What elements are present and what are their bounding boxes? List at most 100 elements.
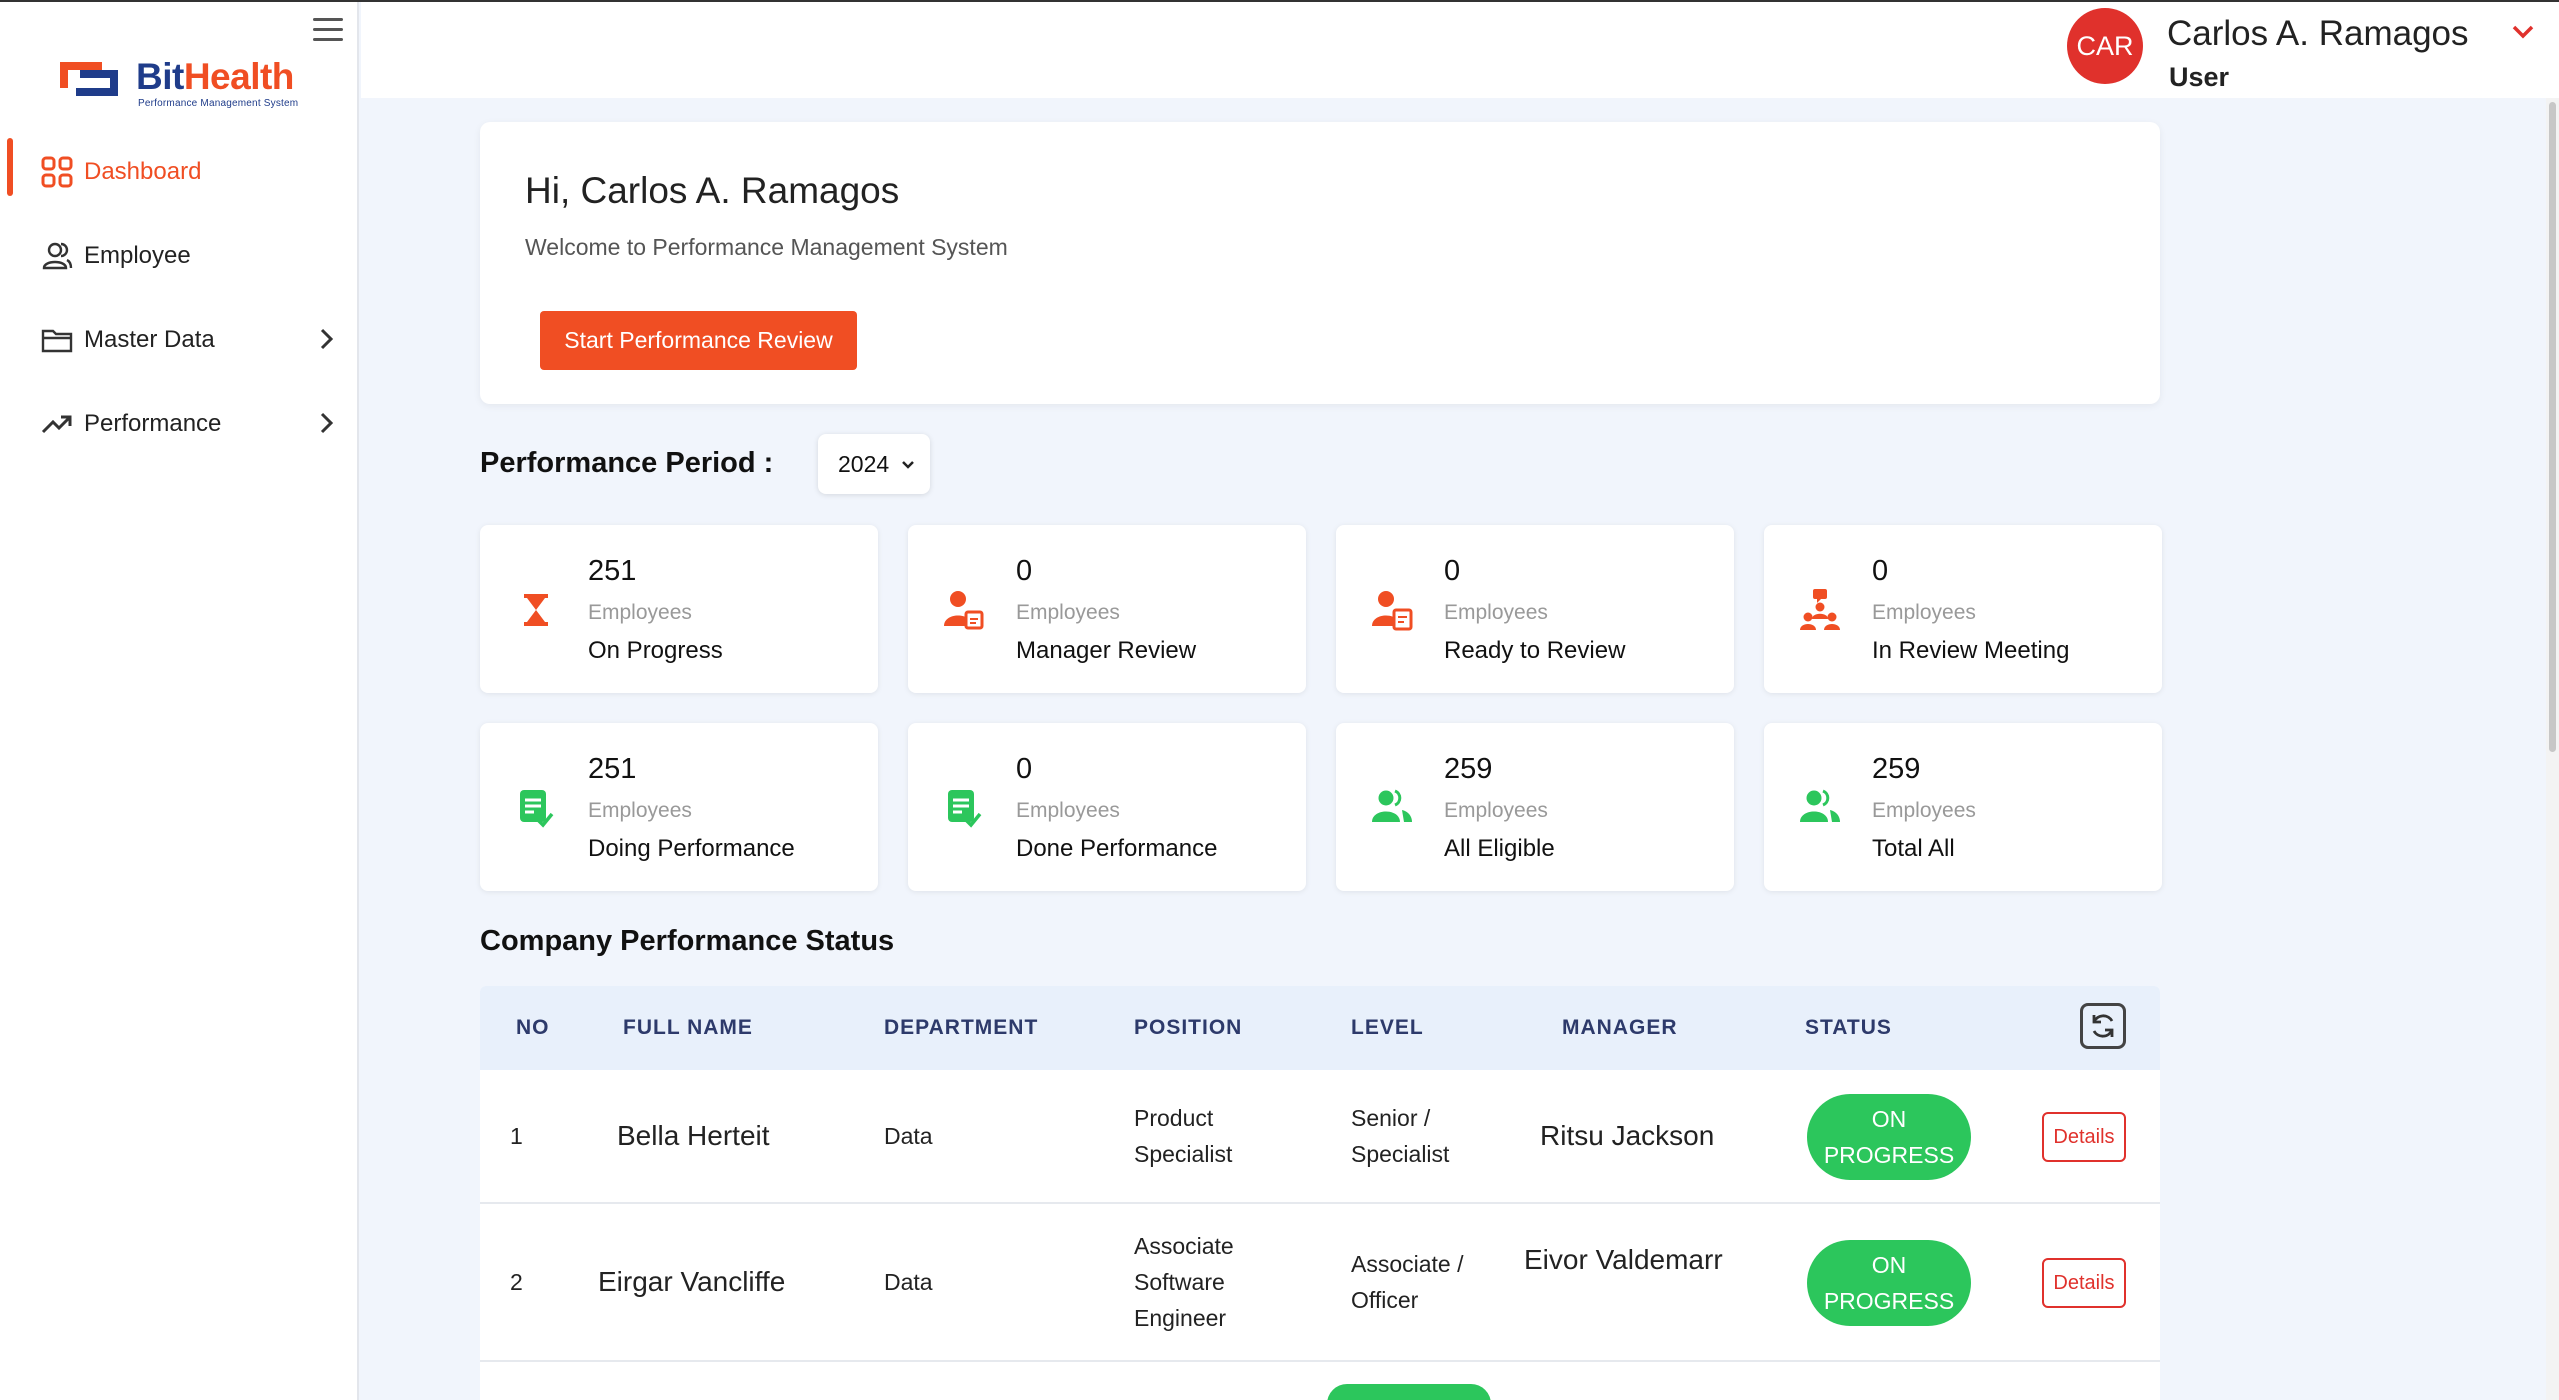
page-scrollbar[interactable] <box>2546 98 2559 1400</box>
status-badge-partial <box>1327 1384 1491 1400</box>
sidebar: BitHealth Performance Management System … <box>0 2 359 1400</box>
welcome-greeting: Hi, Carlos A. Ramagos <box>525 170 900 211</box>
sidebar-nav: Dashboard Employee Master Data Performan… <box>0 130 357 466</box>
stat-card-in-review-meeting[interactable]: 0 Employees In Review Meeting <box>1764 525 2162 693</box>
stat-unit: Employees <box>1872 601 1976 624</box>
avatar[interactable]: CAR <box>2067 8 2143 84</box>
table-row[interactable]: 2 Eirgar Vancliffe Data Associate Softwar… <box>480 1204 2160 1362</box>
chevron-right-icon <box>320 328 334 350</box>
chevron-right-icon <box>320 412 334 434</box>
user-checklist-icon <box>1372 591 1413 631</box>
stat-card-manager-review[interactable]: 0 Employees Manager Review <box>908 525 1306 693</box>
stat-label: Done Performance <box>1016 835 1218 862</box>
performance-period-label: Performance Period : <box>480 447 774 479</box>
performance-period-select[interactable]: 2024 <box>818 434 930 494</box>
stat-label: In Review Meeting <box>1872 637 2070 664</box>
cell-no: 2 <box>510 1269 523 1295</box>
stat-count: 0 <box>1016 555 1033 587</box>
bithealth-logo-mark-icon <box>60 62 118 96</box>
chevron-down-icon <box>902 461 914 469</box>
details-button[interactable]: Details <box>2042 1112 2126 1162</box>
doc-check-icon <box>948 790 982 828</box>
stat-count: 0 <box>1444 555 1461 587</box>
table-row[interactable]: 1 Bella Herteit Data Product Specialist S… <box>480 1070 2160 1204</box>
status-badge: ON PROGRESS <box>1807 1240 1971 1326</box>
users-group-icon <box>1800 789 1840 822</box>
sidebar-item-label: Performance <box>84 410 222 437</box>
user-document-icon <box>944 591 984 630</box>
column-header-full-name[interactable]: FULL NAME <box>623 1016 753 1040</box>
users-icon <box>40 239 74 273</box>
stat-count: 259 <box>1872 753 1921 785</box>
cell-manager: Eivor Valdemarr <box>1524 1244 1723 1275</box>
welcome-card: Hi, Carlos A. Ramagos Welcome to Perform… <box>480 122 2160 404</box>
stat-label: Doing Performance <box>588 835 795 862</box>
stat-card-total-all[interactable]: 259 Employees Total All <box>1764 723 2162 891</box>
user-name[interactable]: Carlos A. Ramagos <box>2167 14 2469 54</box>
column-header-no[interactable]: NO <box>516 1016 550 1040</box>
start-performance-review-button[interactable]: Start Performance Review <box>540 311 857 370</box>
stat-card-doing-performance[interactable]: 251 Employees Doing Performance <box>480 723 878 891</box>
stat-unit: Employees <box>1444 601 1548 624</box>
column-header-status[interactable]: STATUS <box>1805 1016 1892 1040</box>
chevron-down-icon[interactable] <box>2509 18 2537 46</box>
cell-no: 1 <box>510 1123 523 1149</box>
welcome-subtitle: Welcome to Performance Management System <box>525 234 1008 260</box>
stat-unit: Employees <box>1016 799 1120 822</box>
cell-full-name: Bella Herteit <box>617 1120 770 1151</box>
cell-manager: Ritsu Jackson <box>1540 1120 1715 1151</box>
company-performance-table: NO FULL NAME DEPARTMENT POSITION LEVEL M… <box>480 986 2160 1400</box>
sidebar-item-label: Employee <box>84 242 191 269</box>
stat-unit: Employees <box>1016 601 1120 624</box>
stat-card-all-eligible[interactable]: 259 Employees All Eligible <box>1336 723 1734 891</box>
stat-unit: Employees <box>588 601 692 624</box>
stat-label: Total All <box>1872 835 1955 862</box>
stat-count: 259 <box>1444 753 1493 785</box>
cell-level: Associate / Officer <box>1351 1251 1464 1313</box>
company-performance-title: Company Performance Status <box>480 925 895 957</box>
table-header: NO FULL NAME DEPARTMENT POSITION LEVEL M… <box>480 986 2160 1070</box>
cell-position: Product Specialist <box>1134 1105 1233 1167</box>
status-badge: ON PROGRESS <box>1807 1094 1971 1180</box>
stat-count: 251 <box>588 555 637 587</box>
logo[interactable]: BitHealth Performance Management System <box>56 50 306 112</box>
stat-count: 0 <box>1016 753 1033 785</box>
scrollbar-thumb[interactable] <box>2549 102 2556 752</box>
stat-count: 0 <box>1872 555 1889 587</box>
stat-label: Ready to Review <box>1444 637 1626 664</box>
refresh-button[interactable] <box>2080 1003 2126 1049</box>
column-header-department[interactable]: DEPARTMENT <box>884 1016 1038 1040</box>
hourglass-icon <box>524 594 548 626</box>
cell-full-name: Eirgar Vancliffe <box>598 1266 786 1297</box>
column-header-manager[interactable]: MANAGER <box>1562 1016 1678 1040</box>
logo-tagline: Performance Management System <box>138 98 299 109</box>
cell-department: Data <box>884 1123 933 1149</box>
sidebar-item-master-data[interactable]: Master Data <box>0 298 357 382</box>
stat-label: On Progress <box>588 637 723 664</box>
column-header-level[interactable]: LEVEL <box>1351 1016 1424 1040</box>
stat-count: 251 <box>588 753 637 785</box>
stat-card-on-progress[interactable]: 251 Employees On Progress <box>480 525 878 693</box>
period-selected-value: 2024 <box>838 450 890 477</box>
refresh-icon <box>2092 1014 2114 1038</box>
column-header-position[interactable]: POSITION <box>1134 1016 1242 1040</box>
user-role: User <box>2169 62 2230 92</box>
sidebar-item-employee[interactable]: Employee <box>0 214 357 298</box>
stat-unit: Employees <box>1444 799 1548 822</box>
details-button[interactable]: Details <box>2042 1258 2126 1308</box>
cell-position: Associate Software Engineer <box>1134 1233 1234 1331</box>
logo-text: BitHealth <box>136 56 294 97</box>
stat-unit: Employees <box>1872 799 1976 822</box>
users-group-icon <box>1372 789 1412 822</box>
stat-card-done-performance[interactable]: 0 Employees Done Performance <box>908 723 1306 891</box>
stat-unit: Employees <box>588 799 692 822</box>
sidebar-item-dashboard[interactable]: Dashboard <box>0 130 357 214</box>
cell-level: Senior / Specialist <box>1351 1105 1450 1167</box>
hamburger-menu-icon[interactable] <box>313 18 343 46</box>
stat-card-ready-to-review[interactable]: 0 Employees Ready to Review <box>1336 525 1734 693</box>
top-header: CAR Carlos A. Ramagos User <box>361 2 2559 98</box>
folder-icon <box>40 323 74 357</box>
sidebar-item-performance[interactable]: Performance <box>0 382 357 466</box>
doc-check-icon <box>520 790 554 828</box>
stat-label: Manager Review <box>1016 637 1197 664</box>
